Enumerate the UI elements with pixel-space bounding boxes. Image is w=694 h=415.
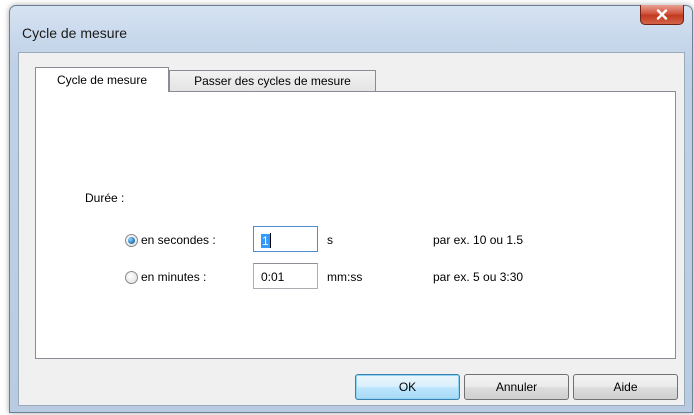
- seconds-input-value: 1: [261, 234, 270, 248]
- seconds-input[interactable]: 1: [253, 226, 318, 252]
- tab-label: Cycle de mesure: [56, 73, 148, 87]
- seconds-radio-label[interactable]: en secondes :: [141, 233, 216, 247]
- duration-heading: Durée :: [85, 191, 125, 205]
- minutes-unit: mm:ss: [327, 270, 363, 284]
- minutes-example: par ex. 5 ou 3:30: [433, 270, 524, 284]
- help-button[interactable]: Aide: [573, 374, 678, 400]
- close-button[interactable]: [640, 5, 684, 25]
- window-title: Cycle de mesure: [22, 25, 128, 41]
- text-caret: [269, 233, 271, 248]
- tab-panel: Durée : en secondes : 1 s par ex. 10 ou …: [35, 91, 676, 359]
- seconds-unit: s: [327, 233, 333, 247]
- dialog-window: Cycle de mesure Cycle de mesure Passer d…: [9, 5, 693, 413]
- cancel-button-label: Annuler: [495, 380, 538, 394]
- tab-passer-des-cycles[interactable]: Passer des cycles de mesure: [169, 70, 376, 92]
- help-button-label: Aide: [613, 380, 638, 394]
- ok-button-label: OK: [398, 380, 417, 394]
- tab-label: Passer des cycles de mesure: [194, 74, 351, 88]
- cancel-button[interactable]: Annuler: [464, 374, 569, 400]
- ok-button[interactable]: OK: [355, 374, 460, 400]
- dialog-client-area: Cycle de mesure Passer des cycles de mes…: [18, 52, 685, 406]
- minutes-input-value: 0:01: [261, 270, 285, 284]
- close-icon: [656, 9, 668, 20]
- seconds-example: par ex. 10 ou 1.5: [433, 233, 524, 247]
- seconds-radio[interactable]: [125, 234, 138, 247]
- minutes-radio-label[interactable]: en minutes :: [141, 270, 206, 284]
- tab-cycle-de-mesure[interactable]: Cycle de mesure: [35, 67, 169, 92]
- minutes-radio[interactable]: [125, 271, 138, 284]
- title-bar[interactable]: Cycle de mesure: [10, 5, 692, 52]
- minutes-input[interactable]: 0:01: [253, 263, 318, 289]
